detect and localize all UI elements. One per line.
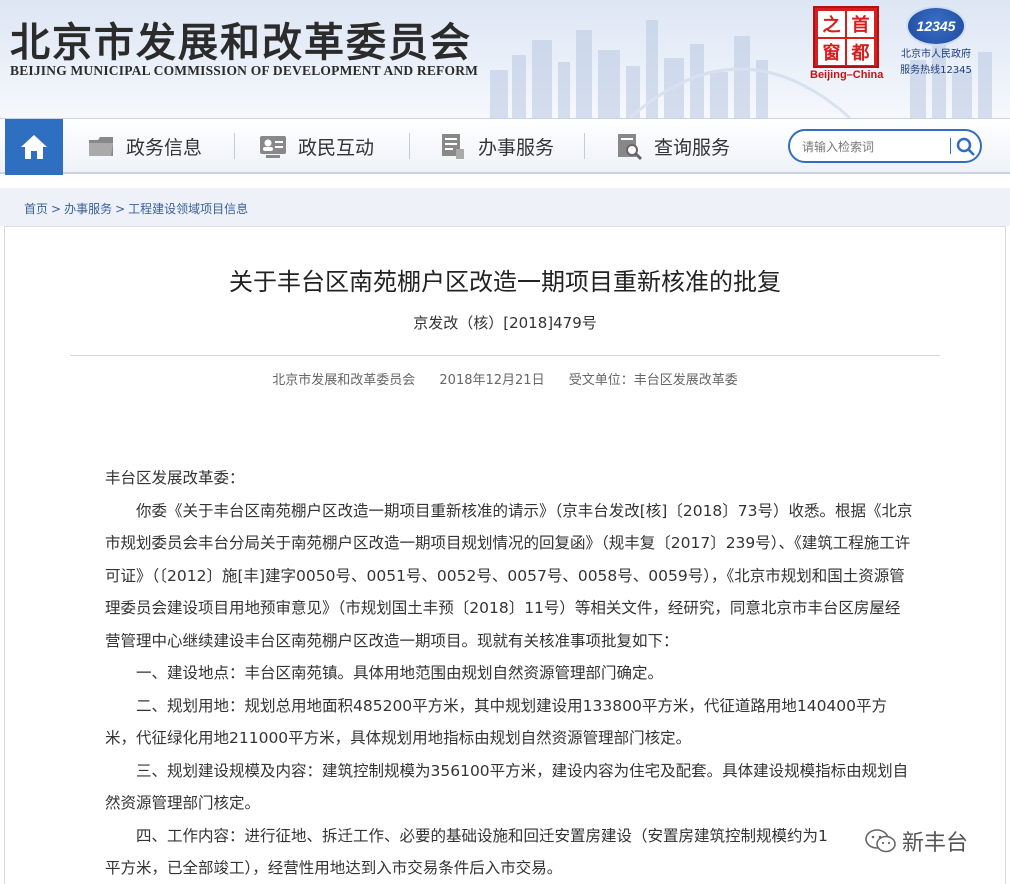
nav-divider [409, 133, 410, 159]
title-divider [70, 355, 940, 356]
nav-home-button[interactable] [5, 119, 63, 175]
article-body: 丰台区发展改革委： 你委《关于丰台区南苑棚户区改造一期项目重新核准的请示》（京丰… [105, 462, 915, 884]
breadcrumb-services[interactable]: 办事服务 [64, 202, 112, 216]
article-meta: 北京市发展和改革委员会 2018年12月21日 受文单位：丰台区发展改革委 [0, 369, 1010, 388]
nav-item-label: 政务信息 [126, 136, 203, 159]
nav-item-label: 政民互动 [298, 136, 375, 159]
hotline-line1: 北京市人民政府 [901, 49, 971, 60]
nav-item-label: 查询服务 [654, 136, 731, 159]
search-box [788, 129, 982, 163]
article-title: 关于丰台区南苑棚户区改造一期项目重新核准的批复 [229, 268, 781, 296]
body-paragraph-continued: 平方米，已全部竣工），经营性用地达到入市交易条件后入市交易。 [105, 859, 563, 877]
capital-window-logo[interactable]: 之 首 窗 都 Beijing–China [810, 6, 884, 82]
hotline-12345-logo[interactable]: 12345 北京市人民政府 服务热线12345 [896, 6, 976, 86]
article-date: 2018年12月21日 [439, 373, 545, 388]
wechat-watermark: 新丰台 [864, 826, 973, 856]
id-card-icon [260, 136, 286, 158]
search-divider [950, 138, 951, 154]
search-input[interactable] [802, 137, 942, 157]
nav-item-public-interaction[interactable]: 政民互动 [258, 119, 374, 173]
folder-icon [89, 137, 113, 156]
nav-divider [584, 133, 585, 159]
nav-item-government-info[interactable]: 政务信息 [86, 119, 202, 173]
article-publisher: 北京市发展和改革委员会 [272, 373, 416, 388]
breadcrumb-home[interactable]: 首页 [24, 202, 48, 216]
main-nav: 政务信息 政民互动 办事服务 查询服务 [0, 118, 1010, 175]
logo-char: 都 [847, 39, 874, 65]
logo-char: 窗 [818, 39, 845, 65]
salutation: 丰台区发展改革委： [105, 469, 245, 487]
breadcrumb-bar: 首页 > 办事服务 > 工程建设领域项目信息 [0, 188, 1010, 226]
breadcrumb-project-info[interactable]: 工程建设领域项目信息 [128, 202, 248, 216]
body-paragraph: 二、规划用地：规划总用地面积485200平方米，其中规划建设用133800平方米… [105, 696, 888, 748]
body-paragraph: 三、规划建设规模及内容：建筑控制规模为356100平方米，建设内容为住宅及配套。… [105, 761, 909, 813]
nav-item-services[interactable]: 办事服务 [438, 119, 554, 173]
body-paragraph: 一、建设地点：丰台区南苑镇。具体用地范围由规划自然资源管理部门确定。 [136, 664, 664, 682]
home-icon [21, 135, 47, 159]
nav-item-query-services[interactable]: 查询服务 [614, 119, 730, 173]
search-document-icon [618, 134, 643, 161]
capital-window-emblem: 之 首 窗 都 [813, 6, 879, 68]
hotline-badge: 12345 [906, 6, 966, 46]
document-number: 京发改（核）[2018]479号 [413, 314, 597, 332]
body-paragraph: 四、工作内容：进行征地、拆迁工作、必要的基础设施和回迁安置房建设（安置房建筑控制… [136, 826, 828, 845]
breadcrumb: 首页 > 办事服务 > 工程建设领域项目信息 [24, 200, 248, 217]
capital-logo-caption: Beijing–China [810, 69, 884, 81]
site-title-english: BEIJING MUNICIPAL COMMISSION OF DEVELOPM… [10, 63, 479, 78]
site-title-chinese: 北京市发展和改革委员会 [10, 19, 472, 66]
nav-divider [234, 133, 235, 159]
breadcrumb-separator: > [115, 202, 126, 216]
body-paragraph: 你委《关于丰台区南苑棚户区改造一期项目重新核准的请示》（京丰台发改[核]〔201… [105, 501, 913, 650]
logo-char: 之 [818, 11, 845, 37]
search-icon[interactable] [954, 135, 978, 159]
nav-item-label: 办事服务 [478, 136, 555, 159]
wechat-icon [865, 829, 896, 853]
breadcrumb-separator: > [51, 202, 62, 216]
hotline-line2: 服务热线12345 [900, 65, 972, 76]
site-header: 北京市发展和改革委员会 BEIJING MUNICIPAL COMMISSION… [0, 0, 1010, 118]
article-recipient: 受文单位：丰台区发展改革委 [568, 373, 738, 388]
logo-char: 首 [847, 11, 874, 37]
watermark-text: 新丰台 [902, 831, 969, 856]
document-hand-icon [442, 134, 464, 159]
